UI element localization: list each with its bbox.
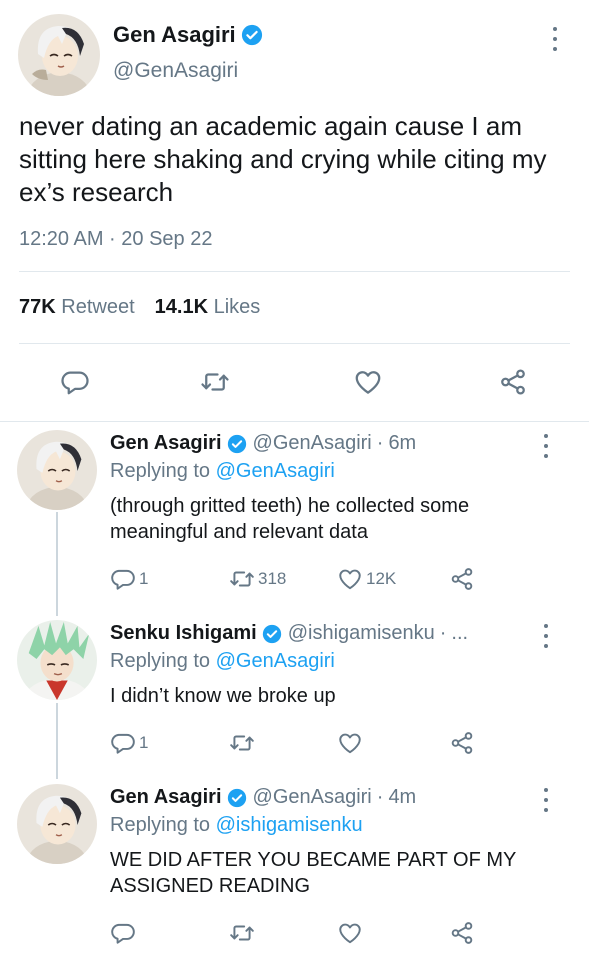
like-icon <box>337 920 363 946</box>
reply-header: Gen Asagiri @GenAsagiri · 4m <box>110 786 416 809</box>
divider <box>19 271 570 272</box>
replying-to-link[interactable]: @ishigamisenku <box>216 814 363 836</box>
replying-prefix: Replying to <box>110 814 211 836</box>
separator: · <box>376 432 384 454</box>
author-name-row: Gen Asagiri <box>113 22 263 48</box>
retweets-count: 77K <box>19 296 56 318</box>
tweet-text: never dating an academic again cause I a… <box>19 111 547 207</box>
verified-badge-icon <box>262 624 282 644</box>
reply-icon <box>110 730 136 756</box>
reply-icon <box>110 920 136 946</box>
reply-icon <box>110 566 136 592</box>
reply-action[interactable]: 1 <box>110 730 148 756</box>
reply-header: Senku Ishigami @ishigamisenku · ... <box>110 622 468 645</box>
display-name[interactable]: Senku Ishigami <box>110 622 257 645</box>
share-action[interactable] <box>449 566 475 592</box>
reply-tweet[interactable]: Gen Asagiri @GenAsagiri · 6m Replying to… <box>0 422 589 612</box>
tweet-text: (through gritted teeth) he collected som… <box>110 495 470 543</box>
tweet-text: I didn’t know we broke up <box>110 685 336 707</box>
replying-to-link[interactable]: @GenAsagiri <box>216 460 335 482</box>
handle[interactable]: @GenAsagiri <box>253 432 372 455</box>
like-icon[interactable] <box>353 367 383 397</box>
reply-count: 1 <box>139 733 149 752</box>
like-icon <box>337 730 363 756</box>
verified-badge-icon <box>241 24 263 46</box>
like-action[interactable]: 12K <box>337 566 396 592</box>
share-icon <box>449 566 475 592</box>
retweet-action[interactable] <box>229 730 255 756</box>
retweet-icon <box>229 730 255 756</box>
handle[interactable]: @GenAsagiri <box>253 786 372 809</box>
separator: · <box>376 786 384 808</box>
likes-stat[interactable]: 14.1K Likes <box>155 296 261 319</box>
avatar[interactable] <box>18 14 100 96</box>
separator: · <box>439 622 447 644</box>
handle[interactable]: @ishigamisenku <box>288 622 435 645</box>
likes-count: 14.1K <box>154 296 209 318</box>
reply-tweet[interactable]: Gen Asagiri @GenAsagiri · 4m Replying to… <box>0 776 589 960</box>
share-icon <box>449 920 475 946</box>
replying-to-link[interactable]: @GenAsagiri <box>216 650 335 672</box>
retweet-icon <box>229 920 255 946</box>
replying-to: Replying to @GenAsagiri <box>110 460 335 483</box>
retweet-icon[interactable] <box>200 367 230 397</box>
display-name[interactable]: Gen Asagiri <box>113 22 236 48</box>
tweet-text: WE DID AFTER YOU BECAME PART OF MY ASSIG… <box>110 849 516 897</box>
share-action[interactable] <box>449 730 475 756</box>
like-icon <box>337 566 363 592</box>
reply-count: 1 <box>139 569 149 588</box>
avatar[interactable] <box>17 430 97 510</box>
avatar[interactable] <box>17 784 97 864</box>
like-action[interactable] <box>337 920 363 946</box>
timestamp[interactable]: 12:20 AM · 20 Sep 22 <box>19 228 212 251</box>
display-name[interactable]: Gen Asagiri <box>110 786 222 809</box>
more-icon[interactable] <box>540 624 552 648</box>
like-action[interactable] <box>337 730 363 756</box>
reply-action[interactable]: 1 <box>110 566 148 592</box>
like-count: 12K <box>366 569 397 588</box>
share-action[interactable] <box>449 920 475 946</box>
engagement-stats: 77K Retweet 14.1K Likes <box>19 296 280 319</box>
divider <box>19 343 570 344</box>
share-icon[interactable] <box>498 367 528 397</box>
share-icon <box>449 730 475 756</box>
retweet-action[interactable]: 318 <box>229 566 286 592</box>
replying-prefix: Replying to <box>110 460 211 482</box>
handle[interactable]: @GenAsagiri <box>113 59 238 83</box>
replying-to: Replying to @GenAsagiri <box>110 650 335 673</box>
verified-badge-icon <box>227 788 247 808</box>
reply-icon[interactable] <box>60 367 90 397</box>
main-tweet: Gen Asagiri @GenAsagiri never dating an … <box>0 0 589 422</box>
replying-to: Replying to @ishigamisenku <box>110 814 363 837</box>
timestamp[interactable]: 6m <box>388 432 416 455</box>
reply-action[interactable] <box>110 920 136 946</box>
reply-tweet[interactable]: Senku Ishigami @ishigamisenku · ... Repl… <box>0 612 589 782</box>
timestamp[interactable]: 4m <box>388 786 416 809</box>
more-icon[interactable] <box>540 434 552 458</box>
likes-label: Likes <box>213 296 261 318</box>
display-name[interactable]: Gen Asagiri <box>110 432 222 455</box>
more-icon[interactable] <box>549 27 561 51</box>
retweet-icon <box>229 566 255 592</box>
replying-prefix: Replying to <box>110 650 211 672</box>
reply-header: Gen Asagiri @GenAsagiri · 6m <box>110 432 416 455</box>
verified-badge-icon <box>227 434 247 454</box>
retweets-stat[interactable]: 77K Retweet <box>19 296 135 319</box>
avatar[interactable] <box>17 620 97 700</box>
retweet-action[interactable] <box>229 920 255 946</box>
more-icon[interactable] <box>540 788 552 812</box>
retweet-count: 318 <box>258 569 287 588</box>
timestamp[interactable]: ... <box>451 622 468 645</box>
retweets-label: Retweet <box>61 296 135 318</box>
